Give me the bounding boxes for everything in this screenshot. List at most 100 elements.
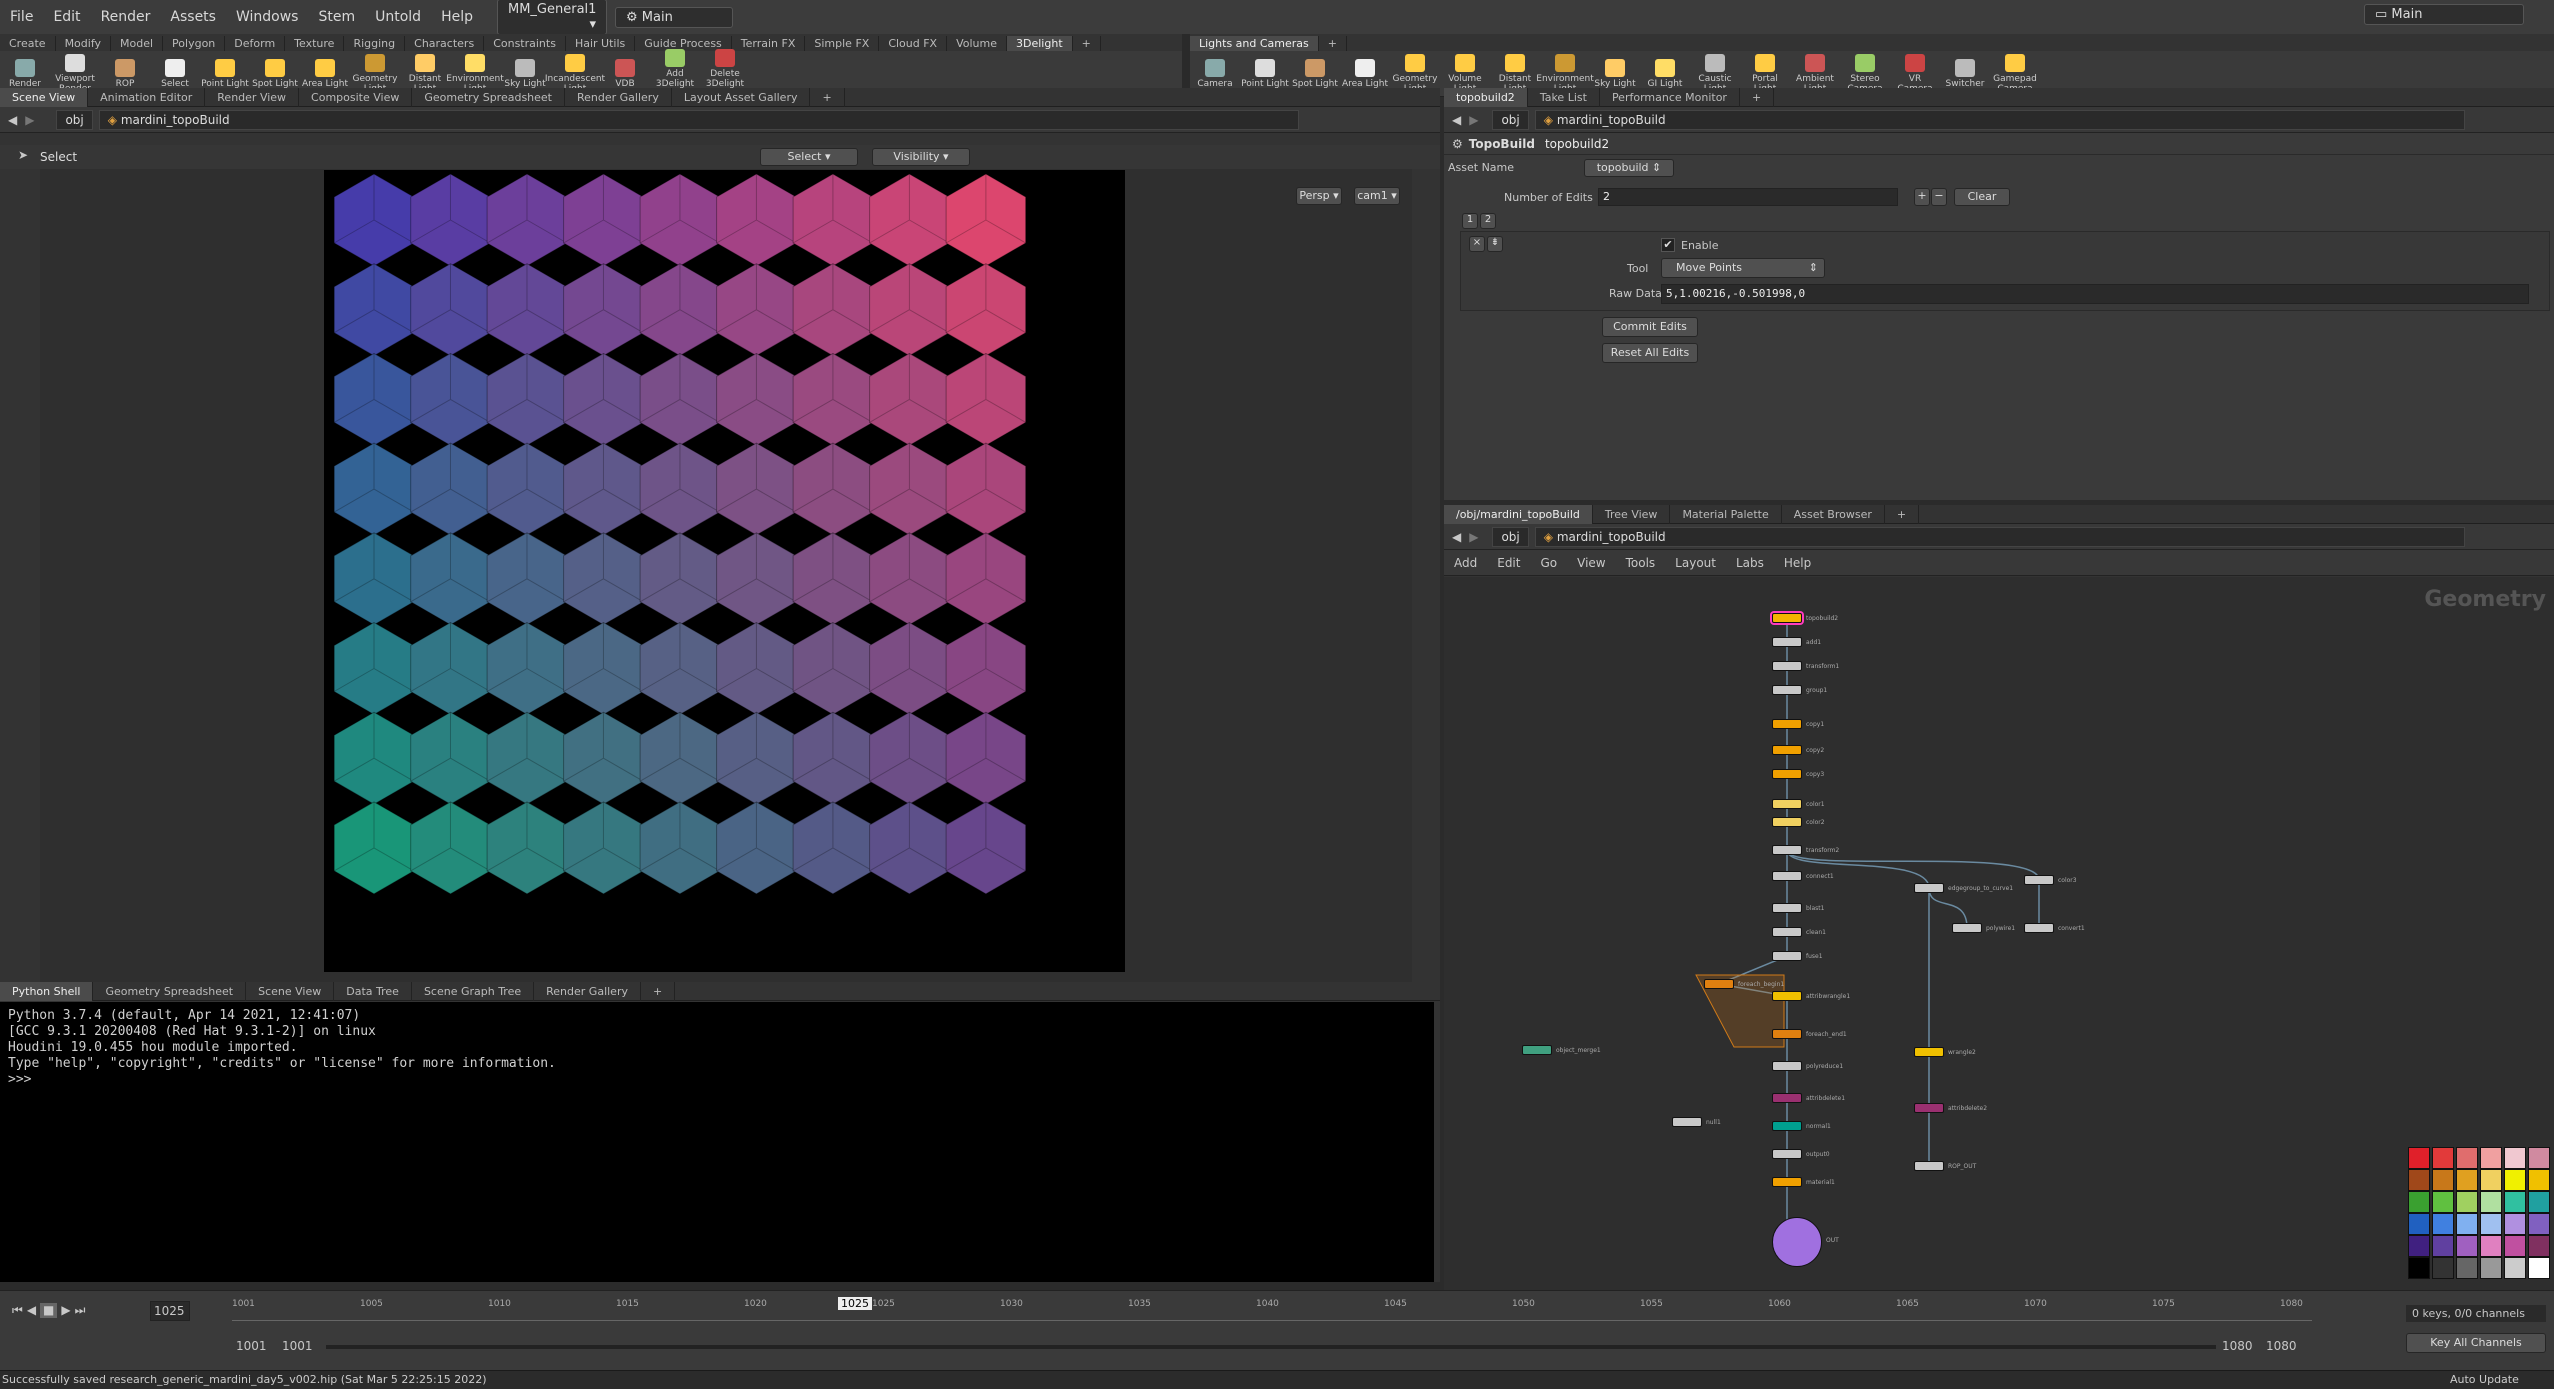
tab-geometry-spreadsheet[interactable]: Geometry Spreadsheet (412, 87, 565, 107)
color-swatch[interactable] (2456, 1191, 2478, 1213)
tab-characters[interactable]: Characters (405, 36, 485, 51)
color-swatch[interactable] (2504, 1213, 2526, 1235)
tool-point-light[interactable]: Point Light (1240, 58, 1290, 89)
tab-model[interactable]: Model (111, 36, 164, 51)
color-swatch[interactable] (2456, 1169, 2478, 1191)
color-swatch[interactable] (2504, 1191, 2526, 1213)
tab-deform[interactable]: Deform (225, 36, 286, 51)
tab-performance-monitor[interactable]: Performance Monitor (1600, 87, 1740, 107)
network-menu-labs[interactable]: Labs (1726, 556, 1774, 570)
color-swatch[interactable] (2504, 1257, 2526, 1279)
color-swatch[interactable] (2432, 1147, 2454, 1169)
tool-menu[interactable]: Move Points ⇕ (1661, 258, 1825, 278)
tool-gi-light[interactable]: GI Light (1640, 58, 1690, 89)
reset-edits-button[interactable]: Reset All Edits (1602, 343, 1698, 363)
asset-name-menu[interactable]: topobuild ⇕ (1584, 159, 1674, 177)
tool-spot-light[interactable]: Spot Light (250, 58, 300, 89)
tab-material-palette[interactable]: Material Palette (1670, 504, 1782, 524)
desktop-selector[interactable]: MM_General1 ▾ (496, 0, 607, 35)
color-swatch[interactable] (2408, 1191, 2430, 1213)
network-node[interactable] (2024, 923, 2054, 933)
select-arrow-icon[interactable]: ➤ (18, 148, 28, 162)
tab-scene-graph-tree[interactable]: Scene Graph Tree (412, 981, 535, 1001)
color-swatch[interactable] (2480, 1235, 2502, 1257)
tab-modify[interactable]: Modify (56, 36, 112, 51)
network-node[interactable] (1772, 613, 1802, 623)
color-swatch[interactable] (2408, 1213, 2430, 1235)
key-all-channels-button[interactable]: Key All Channels (2406, 1333, 2546, 1353)
add-tab-icon[interactable]: + (1740, 87, 1775, 107)
tab-topobuild2[interactable]: topobuild2 (1444, 87, 1528, 107)
network-menu-help[interactable]: Help (1774, 556, 1821, 570)
network-node[interactable] (1672, 1117, 1702, 1127)
path-node[interactable]: ◈ mardini_topoBuild (98, 109, 1299, 130)
tab-render-view[interactable]: Render View (205, 87, 300, 107)
color-swatch[interactable] (2504, 1169, 2526, 1191)
network-node[interactable] (1772, 1121, 1802, 1131)
tab-polygon[interactable]: Polygon (163, 36, 226, 51)
stop-icon[interactable]: ■ (40, 1303, 58, 1318)
time-ruler[interactable]: 1001 1005 1010 1015 1020 1025 1030 1035 1040 1045… (232, 1299, 2312, 1325)
range-end-field[interactable]: 1080 (2222, 1339, 2253, 1353)
forward-arrow-icon[interactable]: ▶ (1469, 530, 1478, 544)
color-swatch[interactable] (2432, 1257, 2454, 1279)
add-tab-icon[interactable]: + (1885, 504, 1920, 524)
tool-sky-light[interactable]: Sky Light (1590, 58, 1640, 89)
tool-area-light[interactable]: Area Light (1340, 58, 1390, 89)
tab-python-shell[interactable]: Python Shell (0, 981, 94, 1001)
color-swatch[interactable] (2432, 1169, 2454, 1191)
right-desktop-selector[interactable]: ▭ Main (2364, 4, 2524, 25)
network-node[interactable] (1914, 1103, 1944, 1113)
network-node[interactable] (1522, 1045, 1552, 1055)
network-node[interactable] (1772, 991, 1802, 1001)
color-swatch[interactable] (2432, 1235, 2454, 1257)
color-swatch[interactable] (2528, 1147, 2550, 1169)
tool-spot-light[interactable]: Spot Light (1290, 58, 1340, 89)
color-swatch[interactable] (2528, 1169, 2550, 1191)
tool-switcher[interactable]: Switcher (1940, 58, 1990, 89)
network-node[interactable] (2024, 875, 2054, 885)
multiparm-tab-2[interactable]: 2 (1480, 213, 1496, 229)
commit-edits-button[interactable]: Commit Edits (1602, 317, 1698, 337)
tab-cloud-fx[interactable]: Cloud FX (879, 36, 948, 51)
tab-create[interactable]: Create (0, 36, 56, 51)
network-node[interactable] (1772, 1061, 1802, 1071)
network-node[interactable] (1772, 745, 1802, 755)
network-canvas[interactable]: Geometry topobuild2 add1 transform1 group1 c… (1444, 577, 2554, 1295)
path-root[interactable]: obj (1492, 109, 1529, 130)
tab-composite-view[interactable]: Composite View (299, 87, 413, 107)
menu-assets[interactable]: Assets (160, 9, 226, 25)
color-swatch[interactable] (2504, 1235, 2526, 1257)
tab-3delight[interactable]: 3Delight (1007, 36, 1073, 51)
tool-select[interactable]: Select (150, 58, 200, 89)
network-menu-add[interactable]: Add (1444, 556, 1487, 570)
step-back-icon[interactable]: ◀ (27, 1303, 36, 1318)
add-edit-button[interactable]: + (1914, 188, 1930, 206)
clear-button[interactable]: Clear (1954, 188, 2010, 206)
raw-data-field[interactable]: 5,1.00216,-0.501998,0 (1661, 284, 2529, 304)
color-swatch[interactable] (2432, 1191, 2454, 1213)
color-swatch[interactable] (2480, 1191, 2502, 1213)
add-tab-icon[interactable]: + (810, 87, 845, 107)
network-node[interactable] (1772, 903, 1802, 913)
path-root[interactable]: obj (56, 109, 93, 130)
network-node[interactable] (1772, 637, 1802, 647)
network-node[interactable] (1772, 1217, 1822, 1267)
range-start-field[interactable]: 1001 (236, 1339, 267, 1353)
enable-checkbox[interactable]: ✔ (1661, 238, 1675, 252)
color-swatch[interactable] (2528, 1235, 2550, 1257)
network-menu-edit[interactable]: Edit (1487, 556, 1530, 570)
add-tab-icon[interactable]: + (1319, 36, 1347, 51)
back-arrow-icon[interactable]: ◀ (8, 113, 17, 127)
path-node[interactable]: ◈ mardini_topoBuild (1534, 109, 2465, 130)
tool-point-light[interactable]: Point Light (200, 58, 250, 89)
network-node[interactable] (1914, 883, 1944, 893)
back-arrow-icon[interactable]: ◀ (1452, 113, 1461, 127)
network-node[interactable] (1772, 1093, 1802, 1103)
menu-edit[interactable]: Edit (43, 9, 90, 25)
range-end-field-2[interactable]: 1080 (2266, 1339, 2297, 1353)
tab-constraints[interactable]: Constraints (484, 36, 566, 51)
tool-camera[interactable]: Camera (1190, 58, 1240, 89)
tab-asset-browser[interactable]: Asset Browser (1782, 504, 1885, 524)
network-node[interactable] (1914, 1047, 1944, 1057)
